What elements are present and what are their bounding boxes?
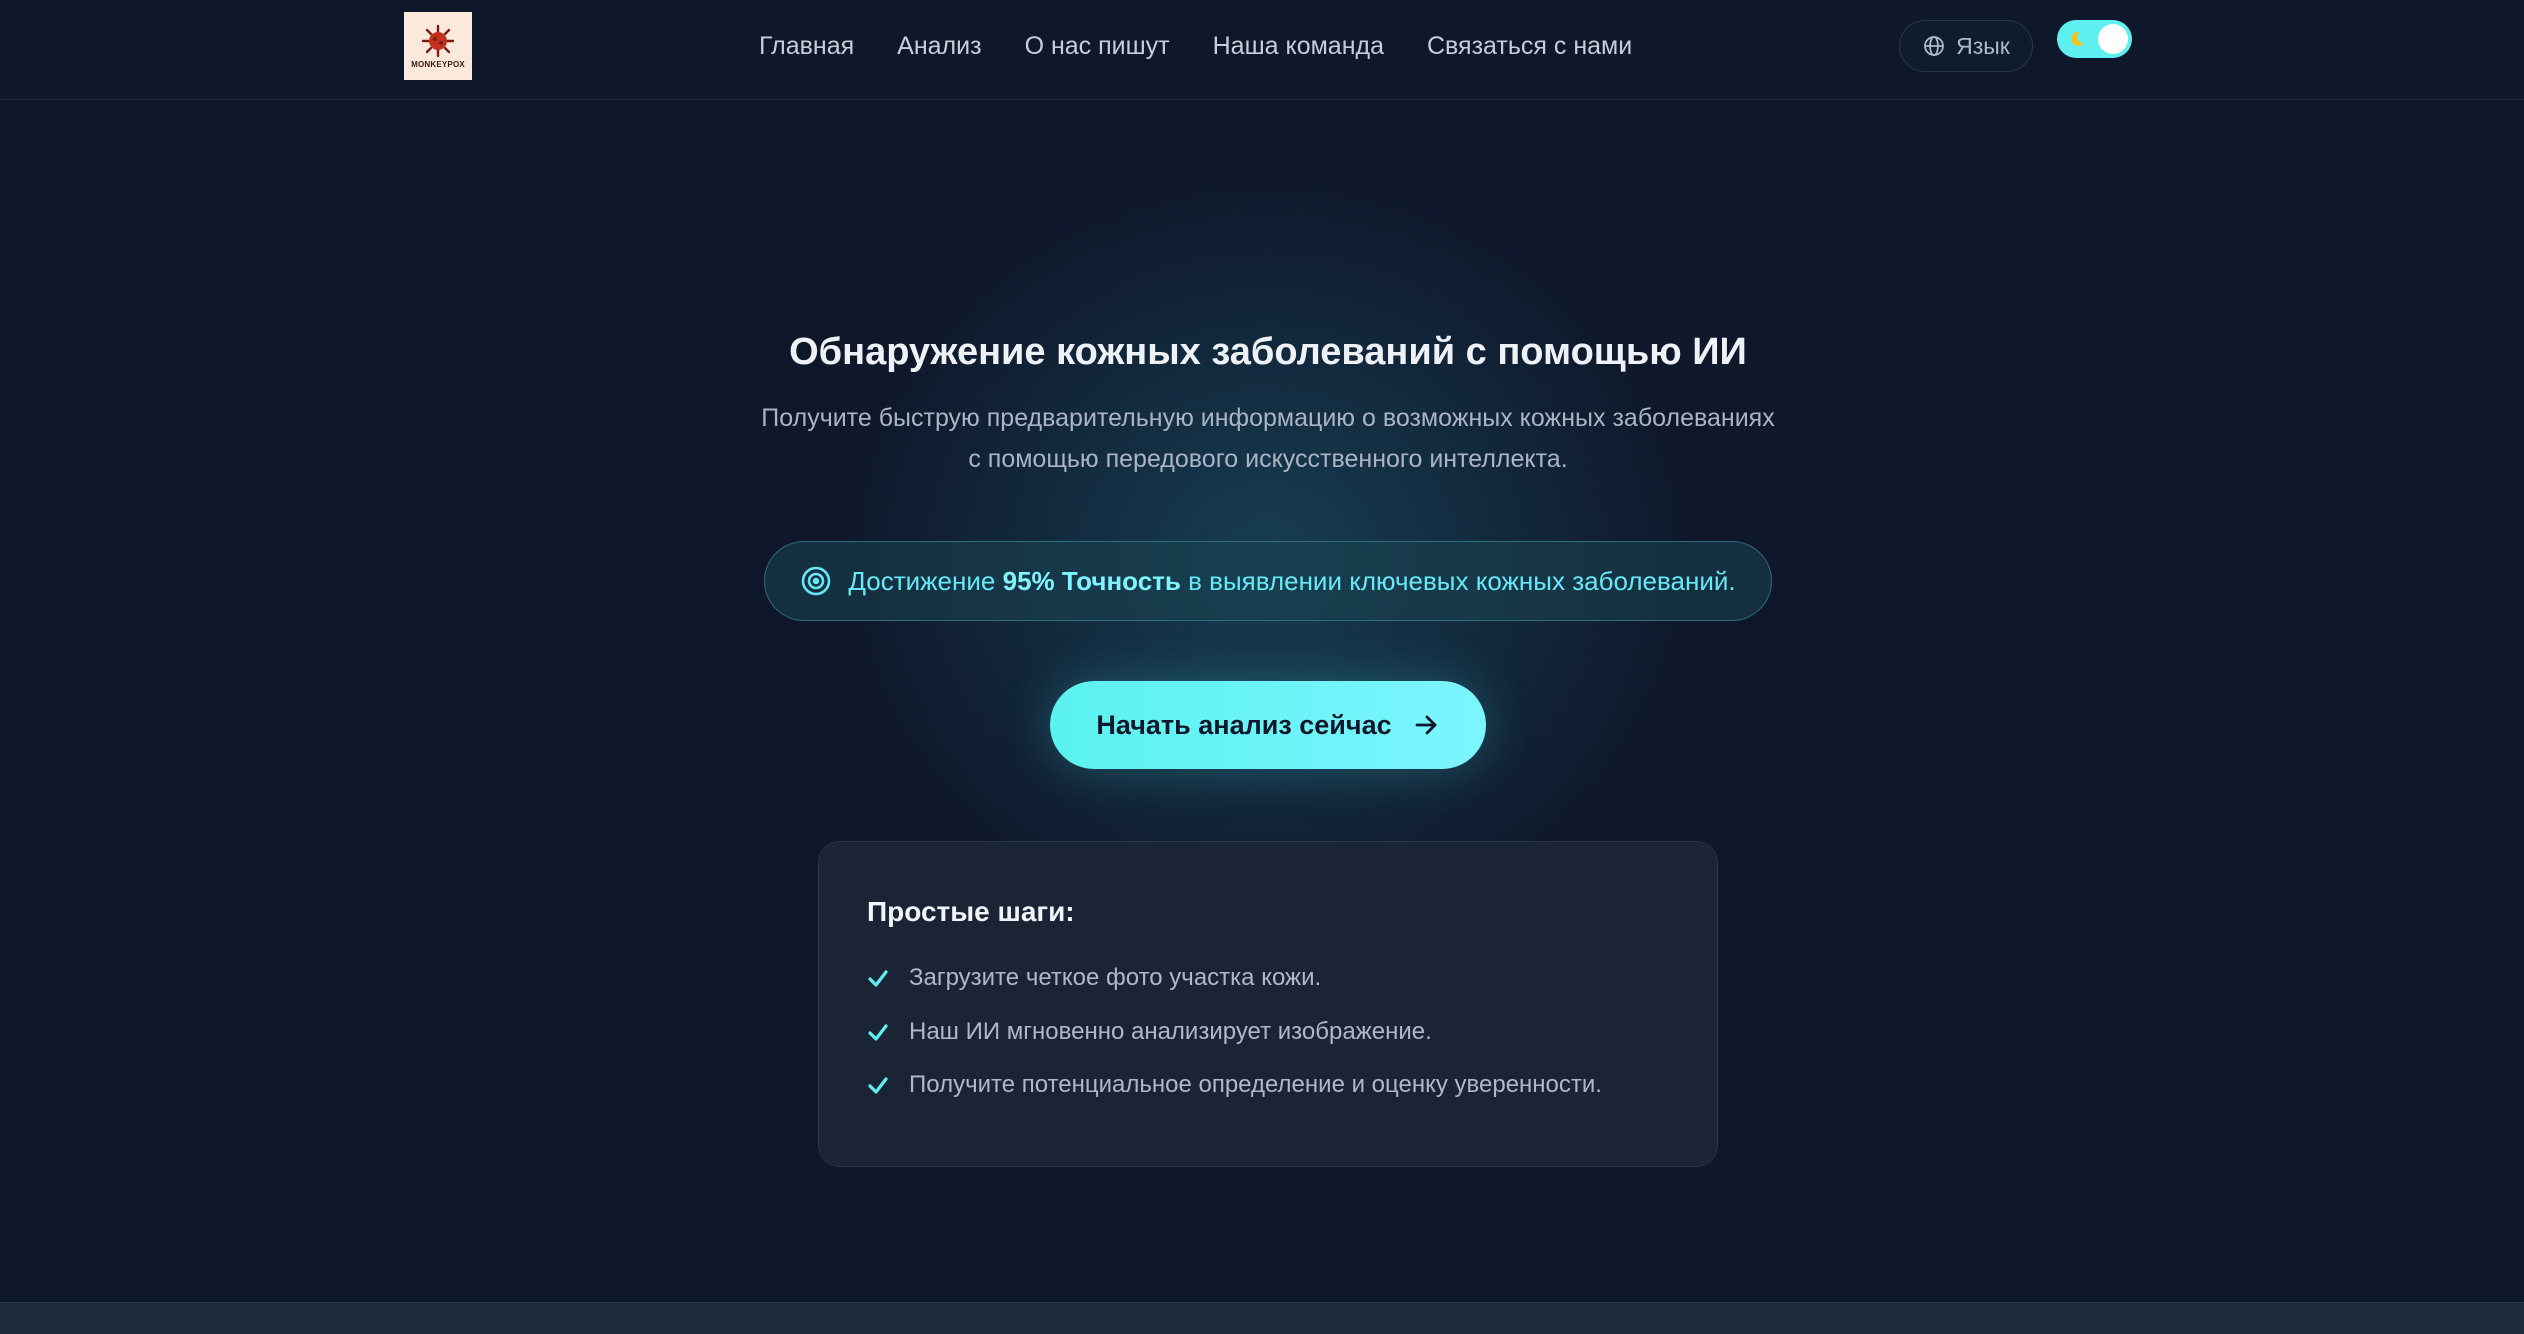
nav-home[interactable]: Главная bbox=[759, 32, 854, 61]
main-nav: Главная Анализ О нас пишут Наша команда … bbox=[759, 0, 1632, 92]
check-icon bbox=[868, 1077, 888, 1094]
nav-team[interactable]: Наша команда bbox=[1213, 32, 1384, 61]
top-navbar: MONKEYPOX Главная Анализ О нас пишут Наш… bbox=[0, 0, 2524, 100]
steps-card: Простые шаги: Загрузите четкое фото учас… bbox=[818, 841, 1718, 1167]
nav-press[interactable]: О нас пишут bbox=[1025, 32, 1170, 61]
hero-title: Обнаружение кожных заболеваний с помощью… bbox=[789, 331, 1747, 374]
step-item: Получите потенциальное определение и оце… bbox=[867, 1071, 1602, 1099]
nav-analysis[interactable]: Анализ bbox=[897, 32, 981, 61]
moon-icon bbox=[2071, 31, 2084, 46]
globe-icon bbox=[1924, 36, 1945, 56]
steps-title: Простые шаги: bbox=[867, 896, 1075, 927]
start-analysis-label: Начать анализ сейчас bbox=[1096, 709, 1392, 740]
check-icon bbox=[868, 970, 888, 987]
monkeypox-logo[interactable]: MONKEYPOX bbox=[404, 12, 472, 80]
footer-edge bbox=[0, 1302, 2524, 1334]
virus-icon bbox=[421, 24, 455, 57]
hero-subtitle: Получите быструю предварительную информа… bbox=[730, 398, 1806, 480]
step-item: Наш ИИ мгновенно анализирует изображение… bbox=[867, 1018, 1432, 1046]
accuracy-value: 95% Точность bbox=[1002, 565, 1181, 596]
step-text: Наш ИИ мгновенно анализирует изображение… bbox=[909, 1018, 1432, 1045]
arrow-right-icon bbox=[1415, 715, 1437, 735]
step-text: Получите потенциальное определение и оце… bbox=[909, 1071, 1602, 1098]
accuracy-suffix: в выявлении ключевых кожных заболеваний. bbox=[1188, 565, 1736, 596]
logo-text: MONKEYPOX bbox=[411, 59, 465, 69]
accuracy-badge: Достижение 95% Точность в выявлении ключ… bbox=[764, 541, 1772, 621]
toggle-knob bbox=[2098, 24, 2128, 54]
accuracy-text: Достижение 95% Точность в выявлении ключ… bbox=[848, 566, 1735, 597]
target-icon bbox=[802, 566, 831, 596]
hero-subtitle-line-2: с помощью передового искусственного инте… bbox=[968, 445, 1568, 473]
language-label: Язык bbox=[1956, 32, 2010, 59]
page: MONKEYPOX Главная Анализ О нас пишут Наш… bbox=[0, 0, 2524, 1334]
theme-toggle[interactable] bbox=[2057, 20, 2132, 58]
check-icon bbox=[868, 1024, 888, 1041]
hero-subtitle-line-1: Получите быструю предварительную информа… bbox=[761, 404, 1775, 432]
accuracy-prefix: Достижение bbox=[848, 565, 996, 596]
nav-contact[interactable]: Связаться с нами bbox=[1427, 32, 1632, 61]
language-button[interactable]: Язык bbox=[1899, 20, 2033, 72]
step-item: Загрузите четкое фото участка кожи. bbox=[867, 964, 1321, 992]
step-text: Загрузите четкое фото участка кожи. bbox=[909, 964, 1322, 991]
start-analysis-button[interactable]: Начать анализ сейчас bbox=[1050, 681, 1486, 769]
